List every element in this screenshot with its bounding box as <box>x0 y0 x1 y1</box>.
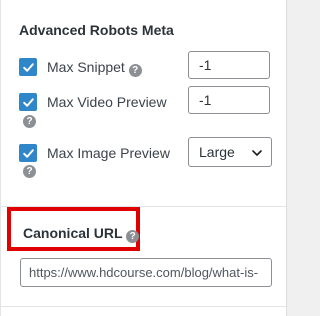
checkmark-icon <box>22 62 34 72</box>
help-icon[interactable]: ? <box>126 230 140 243</box>
help-icon[interactable]: ? <box>128 64 142 77</box>
max-video-preview-checkbox[interactable] <box>19 93 37 111</box>
max-image-preview-value: Large <box>199 144 235 160</box>
checkmark-icon <box>22 97 34 107</box>
sidebar-panel: Advanced Robots Meta Max Snippet ? Max V… <box>0 0 287 316</box>
help-icon[interactable]: ? <box>23 165 36 178</box>
canonical-url-text: Canonical URL <box>23 225 123 241</box>
canonical-url-input[interactable] <box>20 258 272 287</box>
chevron-down-icon <box>252 150 262 156</box>
help-icon[interactable]: ? <box>23 115 36 128</box>
max-snippet-label: Max Snippet ? <box>47 59 142 77</box>
max-video-preview-label: Max Video Preview <box>47 94 167 110</box>
max-image-preview-select[interactable]: Large <box>188 137 272 167</box>
max-image-preview-checkbox[interactable] <box>19 144 37 162</box>
max-snippet-input[interactable] <box>188 51 270 79</box>
robots-meta-title: Advanced Robots Meta <box>19 22 174 38</box>
canonical-url-title: Canonical URL ? <box>23 225 140 243</box>
max-snippet-checkbox[interactable] <box>19 58 37 76</box>
section-divider <box>1 306 286 307</box>
checkmark-icon <box>22 148 34 158</box>
max-image-preview-label: Max Image Preview <box>47 145 170 161</box>
max-video-preview-input[interactable] <box>188 86 270 114</box>
canonical-highlight-box: Canonical URL ? <box>7 207 140 251</box>
max-snippet-text: Max Snippet <box>47 59 125 75</box>
